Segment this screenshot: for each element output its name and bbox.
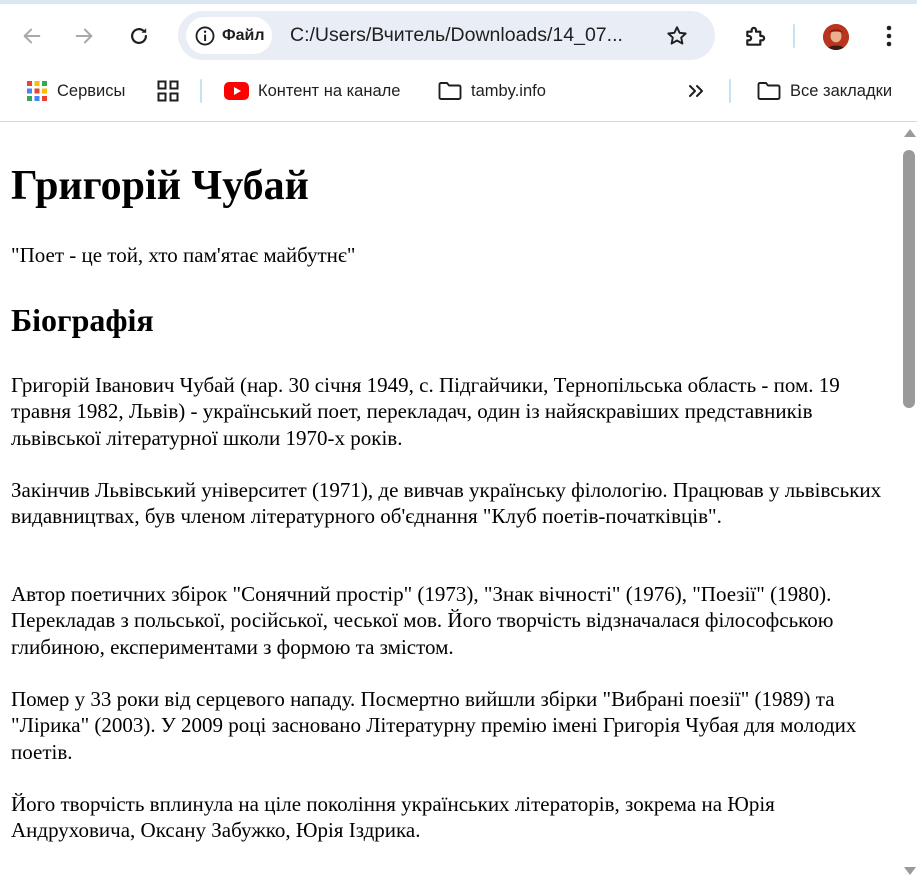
tab-groups-icon xyxy=(157,80,179,102)
bookmark-folder-tamby[interactable]: tamby.info xyxy=(438,72,546,110)
tab-groups-button[interactable] xyxy=(157,72,188,110)
tab-strip-edge xyxy=(0,0,917,4)
browser-toolbar: Файл C:/Users/Вчитель/Downloads/14_07... xyxy=(0,0,917,122)
bookmarks-separator xyxy=(200,79,202,103)
arrow-left-icon xyxy=(23,28,41,44)
avatar-icon xyxy=(823,24,849,50)
scroll-down-arrow-icon[interactable] xyxy=(904,867,916,875)
bio-paragraph: Помер у 33 роки від серцевого нападу. По… xyxy=(11,687,857,764)
bookmark-label: Сервисы xyxy=(57,81,126,100)
bio-paragraph: Григорій Іванович Чубай (нар. 30 січня 1… xyxy=(11,373,840,450)
address-bar[interactable]: Файл C:/Users/Вчитель/Downloads/14_07... xyxy=(178,11,715,60)
bookmark-youtube[interactable]: Контент на канале xyxy=(224,72,400,110)
toolbar-separator xyxy=(793,24,795,48)
page-title: Григорій Чубай xyxy=(11,163,309,209)
url-text[interactable]: C:/Users/Вчитель/Downloads/14_07... xyxy=(290,24,650,47)
bookmarks-overflow-button[interactable] xyxy=(687,72,714,110)
chrome-menu-button[interactable] xyxy=(869,16,909,56)
profile-avatar[interactable] xyxy=(823,24,849,50)
bookmark-label: Контент на канале xyxy=(258,81,401,100)
all-bookmarks-button[interactable]: Все закладки xyxy=(757,72,892,110)
bookmark-apps[interactable]: Сервисы xyxy=(26,72,125,110)
bookmark-star-button[interactable] xyxy=(664,23,690,49)
more-vert-icon xyxy=(886,25,892,47)
scrollbar-thumb[interactable] xyxy=(903,150,915,408)
bookmark-label: tamby.info xyxy=(471,81,546,100)
info-icon xyxy=(194,25,216,47)
youtube-icon xyxy=(224,82,249,100)
site-info-label: Файл xyxy=(222,26,265,44)
apps-grid-icon xyxy=(26,80,48,102)
puzzle-icon xyxy=(746,26,766,46)
bookmark-label: Все закладки xyxy=(790,81,893,100)
back-button[interactable] xyxy=(12,16,52,56)
epigraph-quote: "Поет - це той, хто пам'ятає майбутнє" xyxy=(11,243,356,267)
reload-button[interactable] xyxy=(119,16,159,56)
scroll-up-arrow-icon[interactable] xyxy=(904,129,916,137)
section-title: Біографія xyxy=(11,302,154,338)
reload-icon xyxy=(131,28,147,44)
folder-icon xyxy=(757,81,781,101)
forward-button[interactable] xyxy=(64,16,104,56)
vertical-scrollbar[interactable] xyxy=(900,122,917,877)
double-chevron-right-icon xyxy=(687,83,705,99)
bio-paragraph: Автор поетичних збірок "Сонячний простір… xyxy=(11,582,834,659)
bio-paragraph: Його творчість вплинула на ціле поколінн… xyxy=(11,792,775,843)
page-content: Григорій Чубай "Поет - це той, хто пам'я… xyxy=(0,122,900,877)
site-info-chip[interactable]: Файл xyxy=(186,17,272,54)
bookmarks-bar: Сервисы Контент на канале tamby.info Все… xyxy=(0,72,917,110)
folder-icon xyxy=(438,81,462,101)
bookmarks-separator xyxy=(729,79,731,103)
extensions-button[interactable] xyxy=(736,16,776,56)
arrow-right-icon xyxy=(75,28,93,44)
bio-paragraph: Закінчив Львівський університет (1971), … xyxy=(11,478,882,529)
star-icon xyxy=(667,26,687,45)
